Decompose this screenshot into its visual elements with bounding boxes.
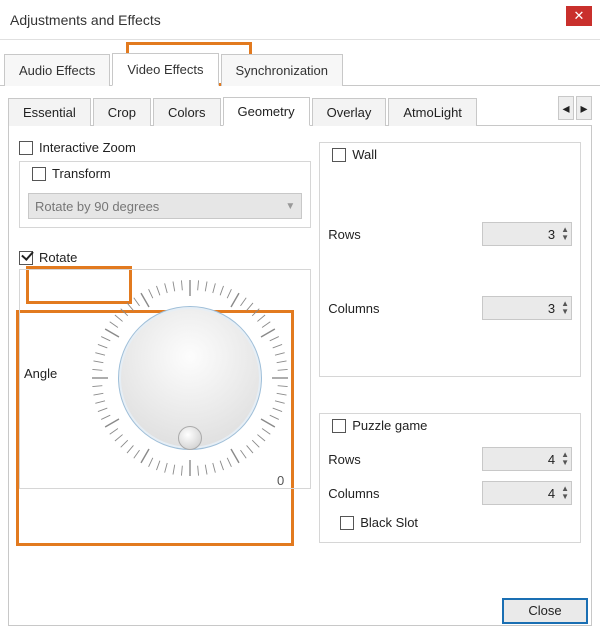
tab-colors[interactable]: Colors	[153, 98, 221, 126]
dial-knob-icon	[178, 426, 202, 450]
wall-label: Wall	[352, 147, 377, 162]
wall-cols-spinner[interactable]: 3 ▲▼	[482, 296, 572, 320]
spinner-arrows-icon: ▲▼	[561, 485, 569, 501]
puzzle-rows-spinner[interactable]: 4 ▲▼	[482, 447, 572, 471]
tab-atmolight[interactable]: AtmoLight	[388, 98, 477, 126]
chevron-down-icon: ▼	[285, 201, 295, 212]
puzzle-rows-value: 4	[485, 452, 561, 467]
tab-video-effects[interactable]: Video Effects	[112, 53, 218, 86]
puzzle-group: Puzzle game Rows 4 ▲▼ Columns 4 ▲▼ Black	[319, 413, 581, 543]
puzzle-cols-label: Columns	[328, 486, 379, 501]
dialog-footer: Close	[502, 598, 588, 624]
checkbox-icon	[19, 251, 33, 265]
secondary-tabs: Essential Crop Colors Geometry Overlay A…	[8, 94, 592, 126]
transform-label: Transform	[52, 166, 111, 181]
close-icon: ✕	[574, 8, 585, 23]
wall-rows-value: 3	[485, 227, 561, 242]
geometry-panel: Interactive Zoom Transform Rotate by 90 …	[8, 126, 592, 626]
spinner-arrows-icon: ▲▼	[561, 226, 569, 242]
spinner-arrows-icon: ▲▼	[561, 300, 569, 316]
transform-value: Rotate by 90 degrees	[35, 199, 159, 214]
wall-cols-value: 3	[485, 301, 561, 316]
checkbox-icon	[19, 141, 33, 155]
tab-synchronization[interactable]: Synchronization	[221, 54, 344, 86]
transform-group: Transform Rotate by 90 degrees ▼	[19, 161, 311, 228]
transform-combobox[interactable]: Rotate by 90 degrees ▼	[28, 193, 302, 219]
tab-geometry[interactable]: Geometry	[223, 97, 310, 126]
blackslot-label: Black Slot	[360, 515, 418, 530]
close-button[interactable]: Close	[502, 598, 588, 624]
secondary-tabs-wrap: Essential Crop Colors Geometry Overlay A…	[8, 94, 592, 126]
checkbox-icon	[332, 148, 346, 162]
puzzle-checkbox[interactable]: Puzzle game	[328, 418, 431, 433]
transform-checkbox[interactable]: Transform	[28, 166, 115, 181]
angle-label: Angle	[24, 366, 57, 381]
window-title: Adjustments and Effects	[10, 12, 161, 28]
interactive-zoom-label: Interactive Zoom	[39, 140, 136, 155]
wall-checkbox[interactable]: Wall	[328, 147, 381, 162]
checkbox-icon	[332, 419, 346, 433]
tab-audio-effects[interactable]: Audio Effects	[4, 54, 110, 86]
checkbox-icon	[340, 516, 354, 530]
title-bar: Adjustments and Effects ✕	[0, 0, 600, 40]
rotate-checkbox[interactable]: Rotate	[19, 250, 311, 265]
left-column: Interactive Zoom Transform Rotate by 90 …	[19, 136, 311, 615]
tabs-scroll-right[interactable]: ▸	[576, 96, 592, 120]
puzzle-rows-label: Rows	[328, 452, 361, 467]
blackslot-checkbox[interactable]: Black Slot	[340, 515, 572, 530]
rotate-label: Rotate	[39, 250, 77, 265]
wall-rows-label: Rows	[328, 227, 361, 242]
primary-tabs: Audio Effects Video Effects Synchronizat…	[0, 40, 600, 86]
tab-crop[interactable]: Crop	[93, 98, 151, 126]
puzzle-cols-spinner[interactable]: 4 ▲▼	[482, 481, 572, 505]
angle-zero-label: 0	[277, 473, 284, 488]
wall-rows-spinner[interactable]: 3 ▲▼	[482, 222, 572, 246]
right-column: Wall Rows 3 ▲▼ Columns 3 ▲▼	[319, 136, 581, 615]
tabs-scroll-left[interactable]: ◂	[558, 96, 574, 120]
window-close-button[interactable]: ✕	[566, 6, 592, 26]
tab-essential[interactable]: Essential	[8, 98, 91, 126]
puzzle-cols-value: 4	[485, 486, 561, 501]
puzzle-label: Puzzle game	[352, 418, 427, 433]
interactive-zoom-checkbox[interactable]: Interactive Zoom	[19, 140, 311, 155]
tab-overlay[interactable]: Overlay	[312, 98, 387, 126]
rotate-group: Angle 0	[19, 269, 311, 489]
angle-dial[interactable]	[90, 278, 290, 478]
wall-cols-label: Columns	[328, 301, 379, 316]
spinner-arrows-icon: ▲▼	[561, 451, 569, 467]
wall-group: Wall Rows 3 ▲▼ Columns 3 ▲▼	[319, 142, 581, 377]
checkbox-icon	[32, 167, 46, 181]
